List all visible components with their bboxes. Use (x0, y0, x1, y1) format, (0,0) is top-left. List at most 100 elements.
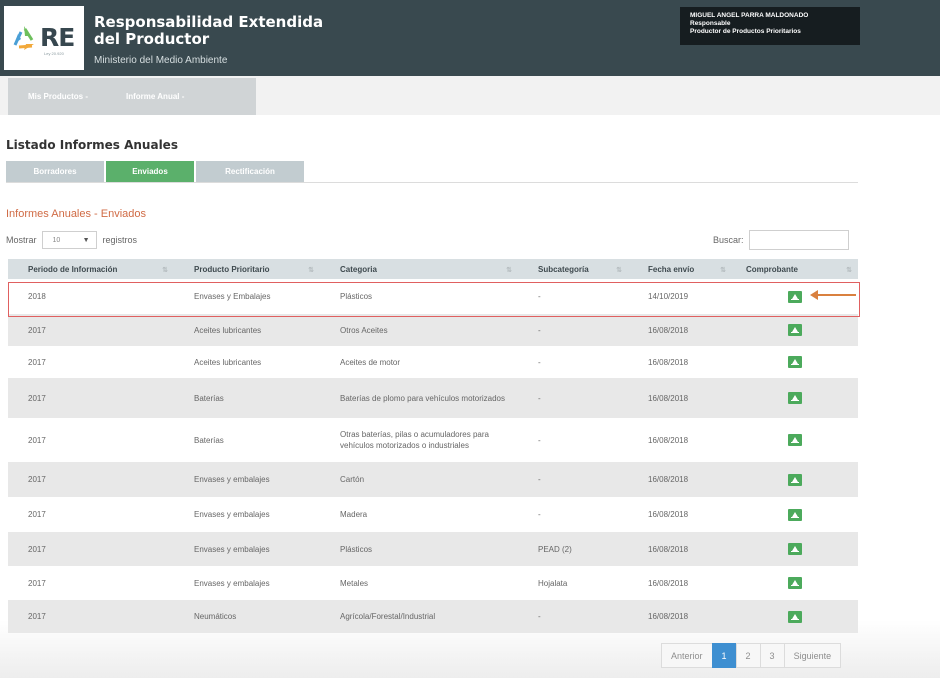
cell-text: 2017 (28, 357, 46, 367)
cell-text: Cartón (340, 475, 365, 484)
cell-producto: Envases y embalajes (174, 532, 320, 566)
cell-text: Envases y embalajes (194, 544, 270, 554)
menu-item-mis-productos[interactable]: Mis Productos - (28, 92, 88, 101)
cell-subcategoria: - (518, 497, 628, 532)
annotation-arrow-head (810, 290, 818, 300)
download-icon[interactable] (788, 434, 802, 446)
cell-text: Baterías de plomo para vehículos motoriz… (340, 393, 505, 403)
search-input[interactable] (748, 230, 849, 250)
logo-subtext: Ley 20.920 (44, 51, 64, 56)
pagination-page-2[interactable]: 2 (735, 643, 761, 668)
cell-periodo: 2017 (8, 378, 174, 418)
cell-subcategoria: - (518, 418, 628, 462)
download-icon[interactable] (788, 324, 802, 336)
records-label: registros (102, 235, 138, 245)
pagination-page-3[interactable]: 3 (759, 643, 785, 668)
section-title: Informes Anuales - Enviados (6, 208, 147, 220)
tab-rectificacion[interactable]: Rectificación (196, 161, 304, 182)
menu-item-informe-anual[interactable]: Informe Anual - (126, 92, 184, 101)
cell-producto: Baterías (174, 418, 320, 462)
cell-fecha: 16/08/2018 (628, 566, 732, 600)
table-row: 2017 Aceites lubricantes Aceites de motor -… (8, 346, 858, 378)
length-value: 10 (52, 236, 61, 244)
column-header-comprobante[interactable]: Comprobante ⇅ (732, 259, 858, 279)
pagination-prev[interactable]: Anterior (661, 643, 713, 668)
cell-text: 16/08/2018 (648, 544, 689, 554)
download-icon[interactable] (788, 356, 802, 368)
sort-icon: ⇅ (162, 267, 168, 274)
cell-text: - (538, 612, 541, 621)
cell-comprobante (732, 462, 858, 497)
annotation-arrow (816, 294, 856, 296)
cell-fecha: 16/08/2018 (628, 418, 732, 462)
cell-fecha: 16/08/2018 (628, 462, 732, 497)
cell-comprobante (732, 600, 858, 633)
cell-text: - (538, 292, 541, 301)
download-icon[interactable] (788, 392, 802, 404)
cell-subcategoria: - (518, 314, 628, 346)
sort-icon: ⇅ (720, 267, 726, 274)
cell-categoria: Plásticos (320, 279, 518, 314)
download-icon[interactable] (788, 577, 802, 589)
app-title: Responsabilidad Extendida del Productor (94, 13, 324, 48)
logo-text: RE (40, 23, 75, 52)
pagination-next[interactable]: Siguiente (783, 643, 842, 668)
cell-periodo: 2017 (8, 566, 174, 600)
show-label: Mostrar (6, 235, 37, 245)
cell-text: - (538, 357, 541, 367)
column-header-fecha[interactable]: Fecha envío ⇅ (628, 259, 732, 279)
download-icon[interactable] (788, 290, 802, 303)
sort-icon: ⇅ (506, 267, 512, 274)
cell-text: Madera (340, 510, 368, 519)
cell-text: 2017 (28, 475, 46, 484)
cell-categoria: Baterías de plomo para vehículos motoriz… (320, 378, 518, 418)
cell-categoria: Otras baterías, pilas o acumuladores par… (320, 418, 518, 462)
download-icon[interactable] (788, 473, 802, 486)
download-icon[interactable] (788, 543, 802, 555)
cell-text: Envases y Embalajes (194, 292, 271, 301)
table-row: 2017 Aceites lubricantes Otros Aceites - 16/… (8, 314, 858, 346)
column-header-subcategoria[interactable]: Subcategoría ⇅ (518, 259, 628, 279)
logo[interactable]: RE Ley 20.920 (4, 6, 84, 70)
user-role: Responsable (690, 20, 731, 27)
search-label: Buscar: (713, 235, 744, 245)
cell-text: Aceites lubricantes (194, 325, 262, 335)
tab-enviados[interactable]: Enviados (106, 161, 194, 182)
cell-text: 16/08/2018 (648, 357, 689, 367)
column-header-categoria[interactable]: Categoria ⇅ (320, 259, 518, 279)
cell-text: 16/08/2018 (648, 325, 689, 335)
cell-text: Aceites de motor (340, 357, 401, 367)
cell-text: - (538, 435, 541, 445)
cell-subcategoria: PEAD (2) (518, 532, 628, 566)
cell-categoria: Metales (320, 566, 518, 600)
cell-producto: Envases y Embalajes (174, 279, 320, 314)
cell-text: - (538, 393, 541, 403)
table-row: 2017 Baterías Baterías de plomo para vehíc… (8, 378, 858, 418)
pagination-page-1[interactable]: 1 (711, 643, 737, 668)
cell-text: 2017 (28, 393, 46, 403)
cell-comprobante (732, 279, 858, 314)
cell-text: Aceites lubricantes (194, 357, 262, 367)
column-label: Categoria (340, 264, 377, 274)
download-icon[interactable] (788, 610, 802, 623)
user-info[interactable]: MIGUEL ANGEL PARRA MALDONADO Responsable… (680, 7, 860, 45)
length-select[interactable]: 10 ▼ (41, 231, 97, 249)
cell-comprobante (732, 497, 858, 532)
tab-borradores[interactable]: Borradores (6, 161, 104, 182)
cell-text: Envases y embalajes (194, 510, 270, 519)
cell-text: 16/08/2018 (648, 510, 689, 519)
cell-text: Baterías (194, 435, 224, 445)
column-header-periodo[interactable]: Periodo de Información ⇅ (8, 259, 174, 279)
cell-producto: Envases y embalajes (174, 497, 320, 532)
cell-producto: Aceites lubricantes (174, 314, 320, 346)
cell-producto: Envases y embalajes (174, 566, 320, 600)
cell-fecha: 16/08/2018 (628, 314, 732, 346)
column-label: Fecha envío (648, 264, 695, 274)
cell-subcategoria: - (518, 600, 628, 633)
cell-periodo: 2017 (8, 600, 174, 633)
cell-periodo: 2017 (8, 497, 174, 532)
column-header-producto[interactable]: Producto Prioritario ⇅ (174, 259, 320, 279)
column-label: Producto Prioritario (194, 264, 270, 274)
download-icon[interactable] (788, 508, 802, 521)
cell-text: - (538, 510, 541, 519)
